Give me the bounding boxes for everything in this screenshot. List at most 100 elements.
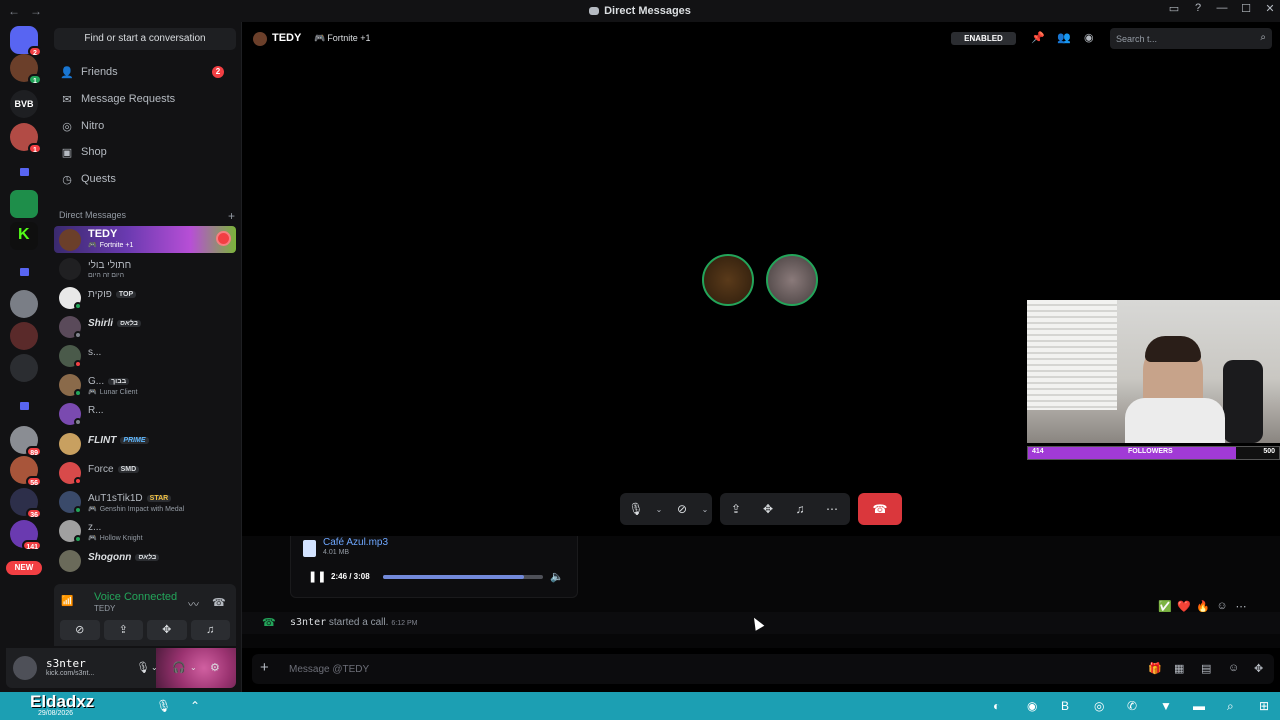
camera-off-button[interactable]: ⊘ bbox=[60, 620, 100, 640]
server-badge: 89 bbox=[26, 446, 42, 457]
noise-suppression-icon[interactable]: 〰 bbox=[188, 596, 199, 612]
server-kick[interactable]: K bbox=[10, 222, 38, 250]
disconnect-icon[interactable]: ☎ bbox=[212, 596, 226, 609]
inbox-icon[interactable]: ▭ bbox=[1168, 2, 1180, 15]
dm-item[interactable]: s... bbox=[54, 342, 236, 369]
server-folder-3[interactable] bbox=[10, 392, 38, 420]
screenshare-icon[interactable]: ⇪ bbox=[720, 502, 752, 516]
server-icon-6[interactable] bbox=[10, 354, 38, 382]
apps-icon[interactable]: ✥ bbox=[1254, 662, 1263, 675]
server-icon-5[interactable] bbox=[10, 322, 38, 350]
message-input[interactable] bbox=[289, 654, 1089, 684]
dm-item[interactable]: G... בבוך 🎮 Lunar Client bbox=[54, 371, 236, 398]
server-icon-1[interactable]: 1 bbox=[10, 54, 42, 85]
minimize-button[interactable]: — bbox=[1216, 2, 1228, 15]
enabled-badge[interactable]: ENABLED bbox=[951, 32, 1016, 45]
discord-taskbar-icon[interactable]: ◎ bbox=[1094, 699, 1104, 713]
camera-off-icon[interactable]: ⊘ bbox=[666, 502, 698, 516]
search-input[interactable] bbox=[1110, 28, 1250, 49]
dm-item[interactable]: R... bbox=[54, 400, 236, 427]
gear-icon[interactable]: ⚙ bbox=[210, 661, 220, 674]
home-button[interactable]: 2 bbox=[10, 26, 42, 57]
friends-badge: 2 bbox=[212, 66, 224, 78]
add-friends-icon[interactable]: 👥 bbox=[1057, 31, 1071, 44]
dm-item[interactable]: AuT1sTik1D STAR 🎮 Genshin Impact with Meda… bbox=[54, 488, 236, 515]
dm-item-tedy[interactable]: TEDY 🎮 Fortnite +1 bbox=[54, 226, 236, 253]
screenshare-button[interactable]: ⇪ bbox=[103, 620, 143, 640]
server-icon-3[interactable] bbox=[10, 190, 38, 218]
nav-friends[interactable]: 👤 Friends 2 bbox=[56, 60, 234, 84]
audio-seek-bar[interactable] bbox=[383, 575, 543, 579]
audio-attachment: Café Azul.mp3 4.01 MB ❚❚ 2:46 / 3:08 🔈 bbox=[290, 536, 578, 598]
dm-item[interactable]: חתולי בולי היום זה היום bbox=[54, 255, 236, 282]
activities-button[interactable]: ✥ bbox=[147, 620, 187, 640]
chevron-down-icon[interactable]: ⌄ bbox=[698, 505, 712, 514]
status-online-icon bbox=[74, 389, 82, 397]
gamepad-icon: 🎮 bbox=[88, 242, 97, 249]
soundboard-button[interactable]: ♫ bbox=[190, 620, 230, 640]
chevron-down-icon[interactable]: ⌄ bbox=[652, 505, 666, 514]
audio-progress-fill bbox=[383, 575, 525, 579]
chevron-up-icon[interactable]: ⌃ bbox=[190, 699, 200, 713]
gif-icon[interactable]: ▦ bbox=[1174, 662, 1184, 675]
chevron-down-icon[interactable]: ⌄ bbox=[190, 663, 197, 672]
nav-nitro[interactable]: ◎ Nitro bbox=[56, 114, 234, 138]
whatsapp-icon[interactable]: ✆ bbox=[1127, 699, 1137, 713]
brave-icon[interactable]: ▼ bbox=[1160, 699, 1172, 713]
windows-start-icon[interactable]: ⊞ bbox=[1259, 699, 1269, 713]
dm-item[interactable]: פוקית TOP bbox=[54, 284, 236, 311]
pause-icon[interactable]: ❚❚ bbox=[308, 570, 326, 583]
call-participant-avatar[interactable] bbox=[766, 254, 818, 306]
dm-item[interactable]: Shogonn בלאס bbox=[54, 547, 236, 574]
nitro-icon: ◎ bbox=[62, 120, 72, 133]
server-bvb[interactable]: BVB bbox=[10, 90, 38, 118]
nav-shop[interactable]: ▣ Shop bbox=[56, 140, 234, 164]
message-composer: + 🎁 ▦ ▤ ☺ ✥ bbox=[252, 654, 1274, 684]
server-icon-7[interactable]: 89 bbox=[10, 426, 42, 457]
volume-icon[interactable]: 🔈 bbox=[550, 570, 564, 583]
gift-icon[interactable]: 🎁 bbox=[1148, 662, 1162, 675]
server-folder-2[interactable] bbox=[10, 258, 38, 286]
nav-quests[interactable]: ◷ Quests bbox=[56, 167, 234, 191]
app-icon[interactable]: B bbox=[1061, 699, 1069, 713]
hang-up-button[interactable]: ☎ bbox=[858, 493, 902, 525]
help-icon[interactable]: ? bbox=[1192, 2, 1204, 15]
microphone-icon[interactable]: 🎙 bbox=[156, 699, 171, 713]
server-icon-9[interactable]: 36 bbox=[10, 488, 42, 519]
server-icon-2[interactable]: 1 bbox=[10, 123, 42, 154]
dm-item[interactable]: Shirli בלאס bbox=[54, 313, 236, 340]
find-conversation-button[interactable]: Find or start a conversation bbox=[54, 28, 236, 50]
dm-item[interactable]: FLINT PRIME bbox=[54, 430, 236, 457]
emoji-icon[interactable]: ☺ bbox=[1228, 662, 1239, 674]
attach-plus-icon[interactable]: + bbox=[260, 659, 269, 676]
voice-connected-panel: 📶 Voice Connected TEDY 〰 ☎ ⊘ ⇪ ✥ ♫ bbox=[54, 584, 236, 646]
dm-item[interactable]: z... 🎮 Hollow Knight bbox=[54, 517, 236, 544]
server-icon-4[interactable] bbox=[10, 290, 38, 318]
nav-message-requests[interactable]: ✉ Message Requests bbox=[56, 87, 234, 111]
avatar bbox=[59, 433, 81, 455]
create-dm-plus-icon[interactable]: + bbox=[228, 209, 235, 223]
server-icon-10[interactable]: 141 bbox=[10, 520, 42, 551]
microphone-icon[interactable]: 🎙 bbox=[620, 502, 652, 516]
microphone-icon[interactable]: 🎙 bbox=[136, 661, 150, 674]
call-participant-avatar[interactable] bbox=[702, 254, 754, 306]
more-icon[interactable]: ⋯ bbox=[816, 502, 848, 516]
soundboard-icon[interactable]: ♫ bbox=[784, 502, 816, 516]
dm-item[interactable]: Force SMD bbox=[54, 459, 236, 486]
close-button[interactable]: ✕ bbox=[1264, 2, 1276, 15]
maximize-button[interactable]: ☐ bbox=[1240, 2, 1252, 15]
pin-icon[interactable]: 📌 bbox=[1031, 31, 1045, 44]
activities-icon[interactable]: ✥ bbox=[752, 502, 784, 516]
user-profile-icon[interactable]: ◉ bbox=[1084, 31, 1094, 44]
steam-icon[interactable]: ◐ bbox=[993, 699, 1000, 713]
folder-icon[interactable]: ▬ bbox=[1193, 699, 1205, 713]
server-folder-1[interactable] bbox=[10, 158, 38, 186]
headphones-icon[interactable]: 🎧 bbox=[172, 661, 186, 674]
chevron-down-icon[interactable]: ⌄ bbox=[151, 663, 158, 672]
new-badge[interactable]: NEW bbox=[6, 561, 42, 575]
obs-icon[interactable]: ◉ bbox=[1027, 699, 1037, 713]
search-icon[interactable]: ⌕ bbox=[1227, 699, 1234, 714]
sticker-icon[interactable]: ▤ bbox=[1201, 662, 1211, 675]
server-icon-8[interactable]: 56 bbox=[10, 456, 42, 487]
avatar[interactable] bbox=[13, 656, 37, 680]
